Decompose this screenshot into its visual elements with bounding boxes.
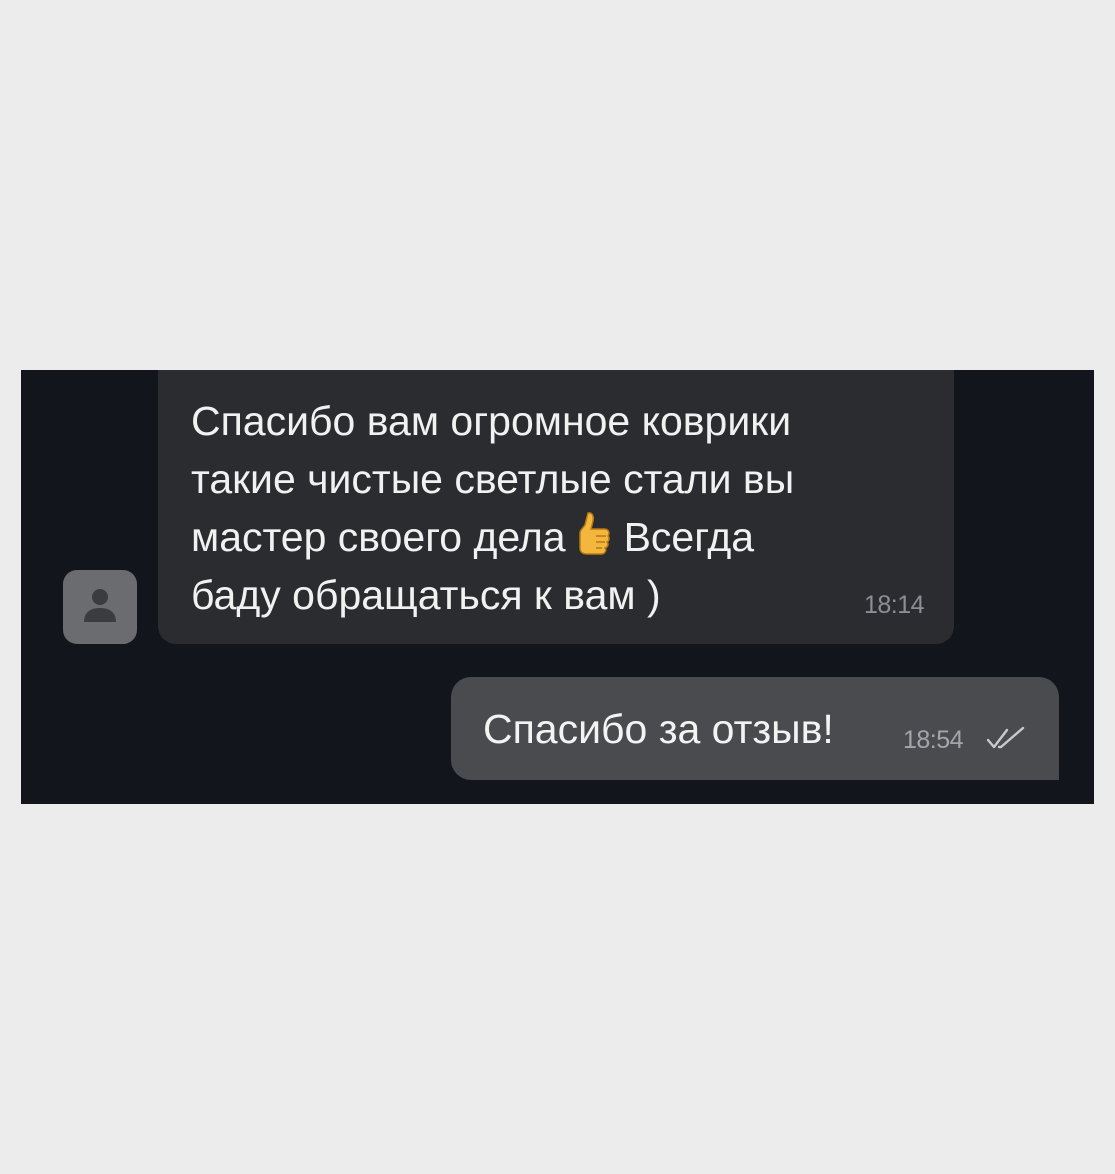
person-icon [84,589,116,622]
outgoing-message-text: Спасибо за отзыв! [483,706,834,752]
incoming-line-4: баду обращаться к вам ) [191,572,661,618]
thumbs-up-icon [578,512,610,555]
incoming-timestamp: 18:14 [863,591,925,619]
incoming-line-3: мастер своего дела [191,514,566,560]
incoming-message-bubble[interactable]: Спасибо вам огромное коврики такие чисты… [158,370,954,644]
incoming-line-2: такие чистые светлые стали вы [191,456,795,502]
chat-panel: Спасибо вам огромное коврики такие чисты… [21,370,1094,804]
incoming-message-text: Спасибо вам огромное коврики такие чисты… [191,392,911,624]
sender-avatar[interactable] [63,570,137,644]
outgoing-timestamp: 18:54 [903,726,964,754]
outgoing-message-bubble[interactable]: Спасибо за отзыв! 18:54 [451,677,1059,780]
double-check-icon [986,726,1025,749]
incoming-line-1: Спасибо вам огромное коврики [191,398,792,444]
incoming-line-3-end: Всегда [623,514,755,560]
